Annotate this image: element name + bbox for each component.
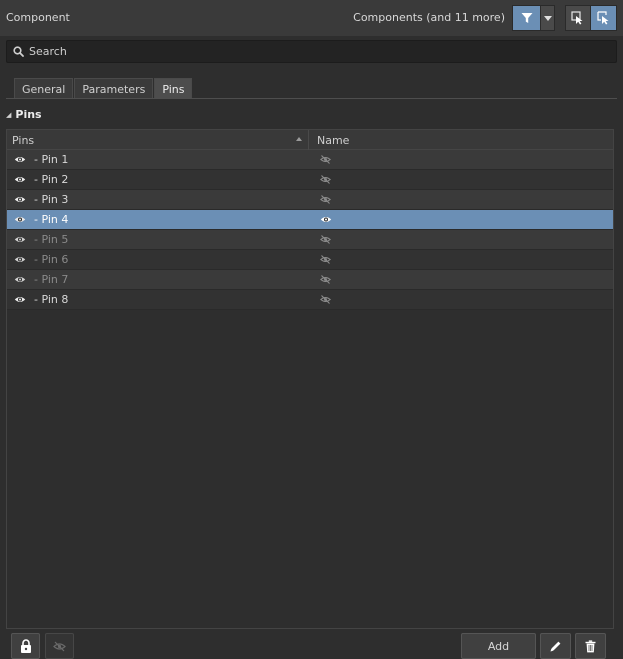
pin-visibility-eye-icon[interactable] xyxy=(14,255,26,264)
filter-control xyxy=(512,5,555,31)
pins-section-header[interactable]: ◢ Pins xyxy=(6,108,42,121)
pin-label: - Pin 7 xyxy=(34,273,69,286)
panel-title: Component xyxy=(6,11,70,24)
tab-general[interactable]: General xyxy=(14,78,74,99)
table-row[interactable]: - Pin 7 xyxy=(7,270,613,290)
tab-bar: General Parameters Pins xyxy=(14,78,193,99)
name-visibility-cell xyxy=(310,210,613,230)
pencil-icon xyxy=(550,641,561,651)
tab-parameters[interactable]: Parameters xyxy=(74,78,154,99)
pin-visibility-eye-icon[interactable] xyxy=(14,175,26,184)
filter-button[interactable] xyxy=(513,6,541,30)
pin-cell: - Pin 8 xyxy=(7,290,310,310)
pin-label: - Pin 4 xyxy=(34,213,69,226)
name-visibility-eye-off-icon[interactable] xyxy=(320,235,331,244)
table-row[interactable]: - Pin 8 xyxy=(7,290,613,310)
column-header-name[interactable]: Name xyxy=(309,130,613,150)
name-visibility-cell xyxy=(310,150,613,170)
pin-label: - Pin 2 xyxy=(34,173,69,186)
pin-label: - Pin 5 xyxy=(34,233,69,246)
filter-icon xyxy=(521,13,533,23)
column-header-pins[interactable]: Pins xyxy=(7,130,309,150)
table-row[interactable]: - Pin 6 xyxy=(7,250,613,270)
pin-cell: - Pin 5 xyxy=(7,230,310,250)
name-visibility-cell xyxy=(310,250,613,270)
tab-divider xyxy=(6,98,617,99)
selection-mode-group xyxy=(565,5,617,31)
panel-header: Component Components (and 11 more) xyxy=(0,0,623,36)
table-body: - Pin 1 - Pin 2 - Pin 3 - Pin 4 - Pin 5 - Pin… xyxy=(7,150,613,310)
sort-ascending-icon xyxy=(296,137,302,141)
pin-visibility-eye-icon[interactable] xyxy=(14,295,26,304)
name-visibility-eye-off-icon[interactable] xyxy=(320,195,331,204)
table-row[interactable]: - Pin 1 xyxy=(7,150,613,170)
name-visibility-cell xyxy=(310,190,613,210)
name-visibility-eye-off-icon[interactable] xyxy=(320,275,331,284)
name-visibility-cell xyxy=(310,230,613,250)
table-row[interactable]: - Pin 5 xyxy=(7,230,613,250)
select-touching-icon xyxy=(596,11,608,25)
pin-cell: - Pin 4 xyxy=(7,210,310,230)
chevron-down-icon xyxy=(543,15,552,21)
table-row[interactable]: - Pin 4 xyxy=(7,210,613,230)
pin-cell: - Pin 2 xyxy=(7,170,310,190)
select-inside-icon xyxy=(571,11,583,25)
lock-icon xyxy=(20,639,31,653)
pin-visibility-eye-icon[interactable] xyxy=(14,275,26,284)
hide-button[interactable] xyxy=(45,633,74,659)
collapse-triangle-icon: ◢ xyxy=(6,110,12,119)
pin-cell: - Pin 3 xyxy=(7,190,310,210)
name-visibility-cell xyxy=(310,270,613,290)
pin-visibility-eye-icon[interactable] xyxy=(14,195,26,204)
trash-icon xyxy=(585,639,596,652)
search-icon xyxy=(7,46,29,57)
edit-button[interactable] xyxy=(540,633,571,659)
tab-pins[interactable]: Pins xyxy=(154,78,193,99)
select-touching-button[interactable] xyxy=(591,6,616,30)
table-row[interactable]: - Pin 2 xyxy=(7,170,613,190)
pin-label: - Pin 8 xyxy=(34,293,69,306)
table-header: Pins Name xyxy=(7,130,613,150)
name-visibility-eye-off-icon[interactable] xyxy=(320,295,331,304)
lock-button[interactable] xyxy=(11,633,40,659)
pin-label: - Pin 6 xyxy=(34,253,69,266)
search-input[interactable] xyxy=(29,45,616,58)
pin-cell: - Pin 6 xyxy=(7,250,310,270)
section-title: Pins xyxy=(15,108,42,121)
pin-visibility-eye-icon[interactable] xyxy=(14,215,26,224)
panel-footer: Add xyxy=(0,629,623,659)
pin-label: - Pin 3 xyxy=(34,193,69,206)
selection-context-label: Components (and 11 more) xyxy=(353,11,505,24)
name-visibility-eye-off-icon[interactable] xyxy=(320,255,331,264)
pin-label: - Pin 1 xyxy=(34,153,69,166)
filter-dropdown-button[interactable] xyxy=(540,6,554,30)
name-visibility-eye-off-icon[interactable] xyxy=(320,175,331,184)
eye-off-icon xyxy=(53,641,66,651)
search-box xyxy=(6,40,617,63)
select-inside-button[interactable] xyxy=(566,6,591,30)
pin-cell: - Pin 1 xyxy=(7,150,310,170)
name-visibility-cell xyxy=(310,290,613,310)
pin-visibility-eye-icon[interactable] xyxy=(14,235,26,244)
name-visibility-cell xyxy=(310,170,613,190)
pin-cell: - Pin 7 xyxy=(7,270,310,290)
pins-table: Pins Name - Pin 1- Pin 2- Pin 3- Pin 4- … xyxy=(6,129,614,629)
delete-button[interactable] xyxy=(575,633,606,659)
name-visibility-eye-icon[interactable] xyxy=(320,215,332,224)
add-button[interactable]: Add xyxy=(461,633,536,659)
name-visibility-eye-off-icon[interactable] xyxy=(320,155,331,164)
table-row[interactable]: - Pin 3 xyxy=(7,190,613,210)
pin-visibility-eye-icon[interactable] xyxy=(14,155,26,164)
